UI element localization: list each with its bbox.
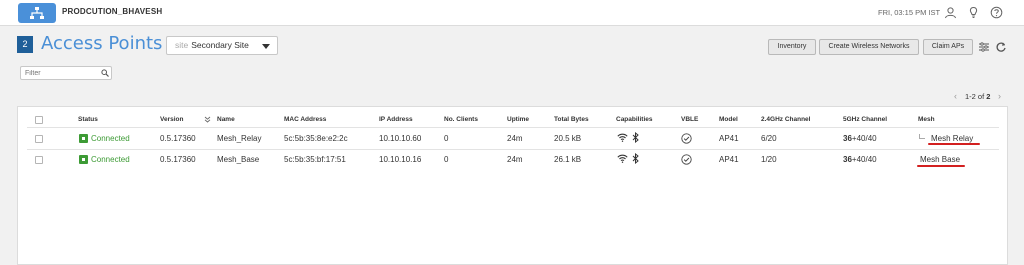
total-bytes-cell: 20.5 kB xyxy=(554,134,582,143)
claim-aps-button[interactable]: Claim APs xyxy=(923,39,973,55)
site-value: Secondary Site xyxy=(191,40,249,50)
filter-input[interactable] xyxy=(20,66,112,80)
column-header-ip[interactable]: IP Address xyxy=(379,116,413,123)
row-checkbox[interactable] xyxy=(35,156,43,164)
model-cell: AP41 xyxy=(719,134,739,143)
column-header-mesh[interactable]: Mesh xyxy=(918,116,935,123)
column-header-version[interactable]: Version xyxy=(160,116,183,123)
column-header-total-bytes[interactable]: Total Bytes xyxy=(554,116,589,123)
uptime-cell: 24m xyxy=(507,134,523,143)
sort-chevrons-icon[interactable] xyxy=(204,116,211,123)
status-text: Connected xyxy=(91,155,130,164)
user-icon[interactable] xyxy=(944,6,957,19)
select-all-checkbox[interactable] xyxy=(35,116,43,124)
5ghz-channel-cell: 36+40/40 xyxy=(843,155,877,164)
status-text: Connected xyxy=(91,134,130,143)
column-header-uptime[interactable]: Uptime xyxy=(507,116,529,123)
column-header-status[interactable]: Status xyxy=(78,116,98,123)
column-header-5ghz-channel[interactable]: 5GHz Channel xyxy=(843,116,887,123)
model-cell: AP41 xyxy=(719,155,739,164)
5ghz-channel-cell: 36+40/40 xyxy=(843,134,877,143)
mac-cell: 5c:5b:35:8e:e2:2c xyxy=(284,134,348,143)
column-header-clients[interactable]: No. Clients xyxy=(444,116,478,123)
mesh-cell: Mesh Base xyxy=(920,155,961,164)
status-connected-icon xyxy=(79,134,88,143)
pager-prev-button[interactable]: ‹ xyxy=(954,91,957,101)
bluetooth-icon xyxy=(632,132,639,143)
mac-cell: 5c:5b:35:bf:17:51 xyxy=(284,155,346,164)
ip-cell: 10.10.10.60 xyxy=(379,134,422,143)
column-header-name[interactable]: Name xyxy=(217,116,235,123)
create-wireless-networks-button[interactable]: Create Wireless Networks xyxy=(819,39,919,55)
5ghz-channel-width: +40/40 xyxy=(851,134,877,143)
site-label: site xyxy=(175,40,189,50)
refresh-icon[interactable] xyxy=(995,41,1007,53)
clients-cell: 0 xyxy=(444,155,449,164)
column-header-capabilities[interactable]: Capabilities xyxy=(616,116,652,123)
row-divider xyxy=(27,149,999,150)
column-header-24ghz-channel[interactable]: 2.4GHz Channel xyxy=(761,116,810,123)
24ghz-channel-cell: 6/20 xyxy=(761,134,777,143)
column-header-model[interactable]: Model xyxy=(719,116,738,123)
bluetooth-icon xyxy=(632,153,639,164)
site-dropdown[interactable]: site Secondary Site xyxy=(166,36,278,55)
access-points-table xyxy=(17,106,1008,265)
version-cell: 0.5.17360 xyxy=(160,134,196,143)
pager-range: 1-2 of xyxy=(965,92,985,101)
annotation-underline xyxy=(917,165,965,167)
total-bytes-cell: 26.1 kB xyxy=(554,155,582,164)
24ghz-channel-cell: 1/20 xyxy=(761,155,777,164)
pager-status: 1-2 of 2 xyxy=(965,92,990,101)
5ghz-primary-channel: 36 xyxy=(843,134,852,143)
status-connected-icon xyxy=(79,155,88,164)
row-divider xyxy=(27,127,999,128)
pager-total: 2 xyxy=(986,92,991,101)
clock: FRI, 03:15 PM IST xyxy=(878,8,941,17)
row-checkbox[interactable] xyxy=(35,135,43,143)
5ghz-primary-channel: 36 xyxy=(843,155,852,164)
clients-cell: 0 xyxy=(444,134,449,143)
inventory-button[interactable]: Inventory xyxy=(768,39,816,55)
org-name[interactable]: PRODCUTION_BHAVESH xyxy=(62,7,162,16)
version-cell: 0.5.17360 xyxy=(160,155,196,164)
help-icon[interactable] xyxy=(990,6,1003,19)
column-header-vble[interactable]: VBLE xyxy=(681,116,698,123)
check-circle-icon xyxy=(681,154,692,165)
column-settings-icon[interactable] xyxy=(978,41,990,53)
wifi-icon xyxy=(617,154,628,163)
search-icon xyxy=(101,69,109,77)
annotation-underline xyxy=(928,143,980,145)
name-cell[interactable]: Mesh_Relay xyxy=(217,134,261,143)
page-title: Access Points xyxy=(41,33,163,54)
name-cell[interactable]: Mesh_Base xyxy=(217,155,259,164)
network-logo-icon[interactable] xyxy=(18,3,56,23)
mesh-cell: Mesh Relay xyxy=(931,134,974,143)
ip-cell: 10.10.10.16 xyxy=(379,155,422,164)
top-bar: PRODCUTION_BHAVESH FRI, 03:15 PM IST xyxy=(0,0,1024,26)
5ghz-channel-width: +40/40 xyxy=(851,155,877,164)
ap-count-badge: 2 xyxy=(17,36,33,53)
uptime-cell: 24m xyxy=(507,155,523,164)
check-circle-icon xyxy=(681,133,692,144)
pager-next-button[interactable]: › xyxy=(998,91,1001,101)
column-header-mac[interactable]: MAC Address xyxy=(284,116,326,123)
lightbulb-icon[interactable] xyxy=(967,6,980,19)
mesh-relay-connector-icon xyxy=(919,134,925,139)
chevron-down-icon xyxy=(262,44,270,49)
wifi-icon xyxy=(617,133,628,142)
